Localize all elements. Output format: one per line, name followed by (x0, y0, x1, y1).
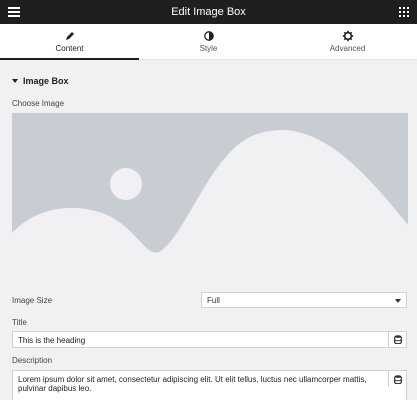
section-toggle-image-box[interactable]: Image Box (12, 76, 69, 86)
title-input[interactable]: This is the heading (12, 331, 407, 348)
tab-style[interactable]: Style (139, 24, 278, 59)
image-size-label: Image Size (12, 296, 53, 305)
database-icon (393, 335, 402, 344)
gear-icon (342, 30, 353, 42)
tab-content[interactable]: Content (0, 24, 139, 60)
title-input-value: This is the heading (18, 336, 86, 345)
image-placeholder-icon (12, 113, 408, 282)
description-value: Lorem ipsum dolor sit amet, consectetur … (18, 375, 367, 393)
chevron-down-icon (395, 299, 401, 303)
tab-content-label: Content (55, 44, 84, 53)
tab-style-label: Style (199, 44, 218, 53)
description-textarea[interactable]: Lorem ipsum dolor sit amet, consectetur … (12, 370, 407, 400)
panel-title: Edit Image Box (171, 6, 246, 18)
contrast-icon (203, 31, 214, 41)
caret-down-icon (12, 79, 18, 83)
widgets-grid-icon[interactable] (399, 7, 409, 17)
tab-advanced-label: Advanced (329, 44, 366, 53)
top-bar: Edit Image Box (0, 0, 417, 24)
tabs: Content Style Advanced (0, 24, 417, 60)
image-size-value: Full (207, 296, 220, 305)
dynamic-tags-button[interactable] (388, 332, 406, 347)
image-size-select[interactable]: Full (201, 292, 407, 308)
title-label: Title (12, 318, 27, 327)
image-chooser[interactable] (12, 113, 408, 282)
section-title: Image Box (23, 76, 69, 86)
pencil-icon (65, 32, 74, 40)
tab-advanced[interactable]: Advanced (278, 24, 417, 59)
database-icon (393, 374, 402, 384)
description-label: Description (12, 356, 53, 365)
choose-image-label: Choose Image (12, 99, 65, 108)
dynamic-tags-button[interactable] (388, 371, 406, 387)
